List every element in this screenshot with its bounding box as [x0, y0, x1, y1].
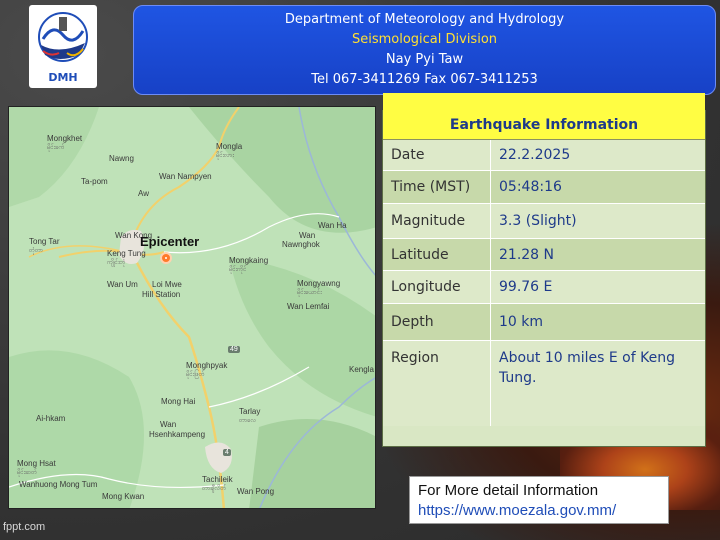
map-place-mongkhet: Mongkhet မိုင်းခက် [47, 134, 83, 151]
map-place-aw: Aw [138, 189, 149, 198]
route-shield-4: 4 [223, 449, 231, 456]
department-name: Department of Meteorology and Hydrology [284, 12, 565, 27]
map-place-keng-tung: Keng Tung ကျိုင်းတုံ [107, 249, 146, 266]
route-shield-49: 49 [228, 346, 240, 353]
info-row-magnitude: Magnitude 3.3 (Slight) [383, 204, 705, 239]
info-label: Region [383, 341, 491, 426]
info-row-longitude: Longitude 99.76 E [383, 271, 705, 304]
info-value: About 10 miles E of Keng Tung. [499, 350, 675, 386]
info-row-date: Date 22.2.2025 [383, 140, 705, 171]
info-value: 3.3 (Slight) [499, 213, 577, 229]
info-row-latitude: Latitude 21.28 N [383, 239, 705, 271]
map-place-mong-hsat: Mong Hsat မိုင်းဆတ် [17, 459, 56, 476]
map-place-hsenhkampeng: Hsenhkampeng [149, 430, 206, 439]
map-place-mongyawng: Mongyawng မိုင်းယောင်း [297, 279, 341, 296]
map-place-mongla: Mongla မိုင်းလား [216, 142, 243, 159]
info-value: 10 km [499, 314, 544, 330]
map-place-wan-lemfai: Wan Lemfai [287, 302, 330, 311]
info-label: Date [383, 140, 491, 170]
template-credit: fppt.com [3, 521, 46, 533]
moezala-link[interactable]: https://www.moezala.gov.mm/ [418, 501, 668, 521]
info-label: Longitude [383, 271, 491, 303]
map-place-monghpyak: Monghpyak မိုင်းဖြတ် [186, 361, 228, 378]
map-place-ta-pom: Ta-pom [81, 177, 108, 186]
city-name: Nay Pyi Taw [385, 52, 464, 67]
map-place-wan-nampyen: Wan Nampyen [159, 172, 212, 181]
header-banner: Department of Meteorology and Hydrology … [133, 5, 716, 95]
more-info-text: For More detail Information [418, 482, 599, 499]
earthquake-info-table: Earthquake Information Date 22.2.2025 Ti… [382, 93, 706, 447]
map-place-tarlay: Tarlay တာလေ [239, 407, 261, 424]
map-place-wan-ha: Wan Ha [318, 221, 347, 230]
info-label: Time (MST) [383, 171, 491, 203]
logo-text: DMH [48, 71, 77, 84]
map-place-nawng: Nawng [109, 154, 134, 163]
epicenter-marker-icon[interactable] [160, 252, 172, 264]
map-place-nawnghok: Nawnghok [282, 240, 320, 249]
map-place-tong-tar: Tong Tar တုံတာ [29, 237, 60, 254]
info-label: Latitude [383, 239, 491, 270]
info-label: Depth [383, 304, 491, 340]
info-row-region: Region About 10 miles E of Keng Tung. [383, 341, 705, 426]
info-value: 22.2.2025 [499, 147, 571, 163]
map-place-kengla: Kengla [349, 365, 374, 374]
map-place-wan-2: Wan [299, 231, 316, 240]
epicenter-map[interactable]: Mongkhet မိုင်းခက် Nawng Ta-pom Mongla မို… [8, 106, 376, 509]
map-place-mongkaing: Mongkaing မိုင်းကိုင် [229, 256, 269, 273]
info-value: 99.76 E [499, 279, 553, 295]
epicenter-label: Epicenter [140, 234, 200, 249]
map-place-wan-um: Wan Um [107, 280, 138, 289]
map-place-wanhuong-mong-tum: Wanhuong Mong Tum [19, 480, 98, 489]
map-place-tachileik: Tachileik တာချီလိတ် [202, 475, 233, 492]
map-place-wan-pong: Wan Pong [237, 487, 275, 496]
map-place-wan-3: Wan [160, 420, 177, 429]
map-place-mong-hai: Mong Hai [161, 397, 196, 406]
info-title: Earthquake Information [383, 93, 705, 140]
info-row-depth: Depth 10 km [383, 304, 705, 341]
map-place-ai-hkam: Ai-hkam [36, 414, 66, 423]
division-name: Seismological Division [351, 32, 498, 47]
more-info-box: For More detail Information https://www.… [409, 476, 669, 524]
map-place-loi-mwe: Loi Mwe [152, 280, 182, 289]
info-label: Magnitude [383, 204, 491, 238]
dmh-logo: DMH [29, 5, 97, 88]
map-place-mong-kwan: Mong Kwan [102, 492, 145, 501]
info-value: 05:48:16 [499, 179, 562, 195]
map-place-hill-station: Hill Station [142, 290, 181, 299]
info-row-time: Time (MST) 05:48:16 [383, 171, 705, 204]
info-value: 21.28 N [499, 246, 555, 263]
contact-numbers: Tel 067-3411269 Fax 067-3411253 [311, 72, 538, 87]
